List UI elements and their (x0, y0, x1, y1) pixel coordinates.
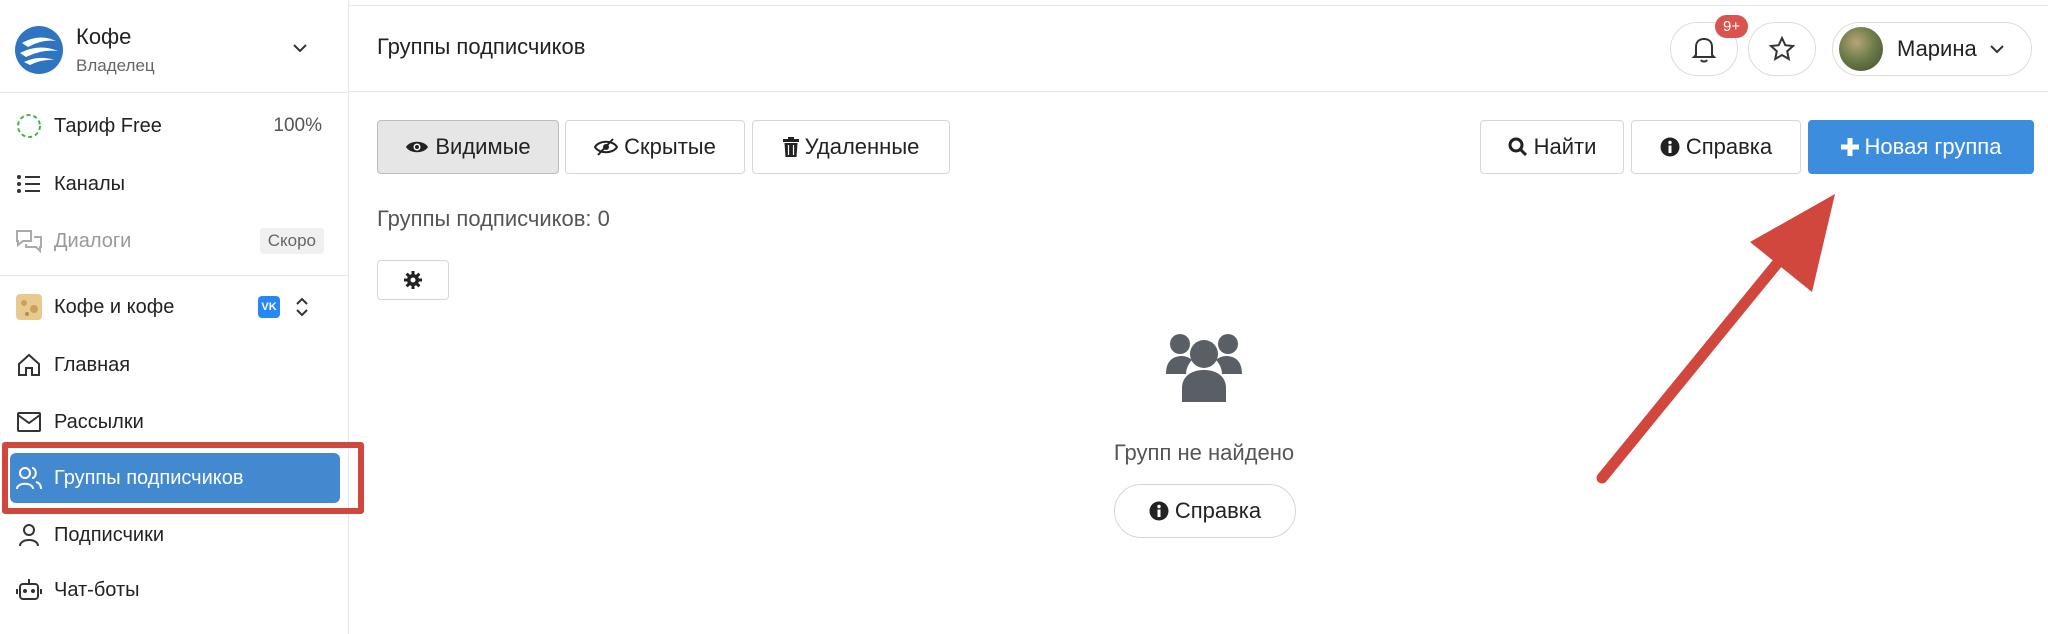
user-icon (14, 520, 44, 550)
sidebar-item-plan[interactable]: Тариф Free 100% (10, 101, 340, 151)
sidebar-item-mailings[interactable]: Рассылки (10, 397, 340, 447)
notifications-button[interactable]: 9+ (1670, 15, 1749, 76)
new-group-button[interactable]: Новая группа (1808, 120, 2034, 174)
favorites-button[interactable] (1748, 22, 1816, 76)
avatar (1839, 27, 1883, 71)
find-label: Найти (1533, 134, 1597, 159)
new-group-label: Новая группа (1864, 134, 2002, 159)
tab-hidden-label: Скрытые (624, 134, 716, 159)
user-menu-button[interactable]: Марина (1832, 22, 2032, 76)
tab-visible-label: Видимые (435, 134, 531, 159)
tab-deleted-label: Удаленные (804, 134, 920, 159)
annotation-arrow (1596, 194, 1835, 484)
gear-icon (404, 271, 422, 289)
search-icon (1508, 137, 1528, 157)
sidebar-item-chatbots[interactable]: Чат-боты (10, 565, 340, 615)
sidebar-item-home[interactable]: Главная (10, 340, 340, 390)
sidebar-item-label: Чат-боты (54, 578, 140, 601)
list-icon (14, 169, 44, 199)
find-button[interactable]: Найти (1480, 120, 1624, 174)
project-switcher[interactable]: Кофе и кофе VK (10, 282, 340, 332)
groups-count: Группы подписчиков: 0 (377, 206, 610, 231)
sidebar-item-label: Главная (54, 353, 131, 376)
sidebar: Кофе Владелец Тариф Free 100% Каналы Диа… (0, 0, 349, 634)
updown-chevron-icon (296, 297, 308, 317)
info-icon (1149, 501, 1169, 521)
plan-value: 100% (273, 115, 322, 136)
chat-icon (14, 226, 44, 256)
channels-label: Каналы (54, 172, 125, 195)
help-button[interactable]: Справка (1631, 120, 1801, 174)
tab-hidden[interactable]: Скрытые (565, 120, 745, 174)
workspace-name: Кофе (76, 24, 132, 49)
plan-label: Тариф Free (54, 114, 162, 137)
users-group-icon (1166, 334, 1242, 402)
bell-icon (1691, 37, 1717, 63)
annotation-highlight-box (2, 442, 364, 514)
vk-icon: VK (258, 296, 280, 318)
workspace-switcher[interactable]: Кофе Владелец (14, 20, 334, 80)
eye-icon (405, 139, 429, 155)
sidebar-item-dialogs: Диалоги Скоро (10, 216, 340, 266)
plus-icon (1840, 138, 1859, 156)
chevron-down-icon (1990, 45, 2004, 54)
workspace-role: Владелец (76, 56, 155, 75)
header-divider (349, 91, 2048, 92)
sidebar-item-channels[interactable]: Каналы (10, 159, 340, 209)
dialogs-label: Диалоги (54, 229, 132, 252)
sidebar-item-subscribers[interactable]: Подписчики (10, 510, 340, 560)
project-label: Кофе и кофе (54, 295, 175, 318)
star-icon (1768, 35, 1796, 62)
user-name: Марина (1897, 36, 1977, 61)
trash-icon (782, 137, 799, 157)
divider (0, 92, 349, 93)
eye-slash-icon (594, 138, 619, 156)
settings-button[interactable] (377, 260, 449, 300)
page-title: Группы подписчиков (377, 34, 586, 59)
empty-state-help-button[interactable]: Справка (1114, 484, 1296, 538)
home-icon (14, 350, 44, 380)
chevron-down-icon (293, 44, 307, 53)
soon-badge: Скоро (259, 228, 324, 254)
project-avatar (14, 292, 44, 322)
divider (0, 275, 349, 276)
info-icon (1660, 137, 1680, 157)
empty-state-text: Групп не найдено (1113, 440, 1295, 465)
bot-icon (14, 575, 44, 605)
plan-progress-icon (14, 111, 44, 141)
help-label: Справка (1685, 134, 1773, 159)
notifications-badge: 9+ (1715, 15, 1749, 38)
empty-state-help-label: Справка (1174, 498, 1262, 523)
sidebar-item-label: Подписчики (54, 523, 165, 546)
mail-icon (14, 407, 44, 437)
sidebar-item-label: Рассылки (54, 410, 144, 433)
logo-icon (15, 26, 63, 74)
tab-deleted[interactable]: Удаленные (752, 120, 950, 174)
tab-visible[interactable]: Видимые (377, 120, 559, 174)
